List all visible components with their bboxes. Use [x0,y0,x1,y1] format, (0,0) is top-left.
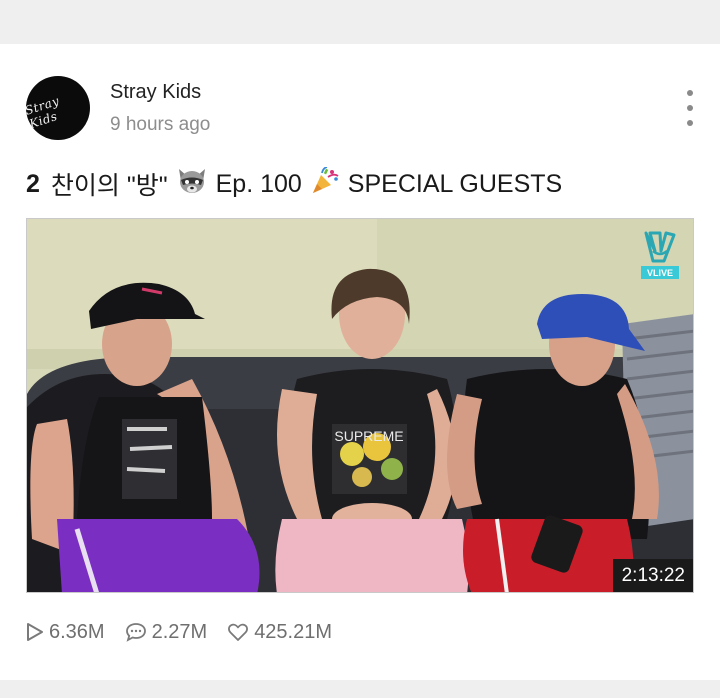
video-scene-image: SUPREME [27,219,693,592]
vlive-logo-icon: VLIVE [641,231,679,279]
raccoon-emoji-icon [176,167,208,202]
party-popper-icon [310,165,340,202]
more-options-button[interactable] [680,90,700,126]
video-stats-bar: 6.36M 2.27M 425.21M [26,618,352,646]
more-vertical-icon [687,90,693,96]
title-number: 2 [26,169,40,198]
video-title[interactable]: 2 찬이의 "방" Ep. 100 SPECIAL GUESTS [26,165,563,202]
plays-count: 6.36M [49,620,105,643]
likes-count: 425.21M [254,620,333,643]
avatar-logo-text: Stray Kids [26,93,62,132]
plays-stat: 6.36M [26,621,105,644]
channel-avatar[interactable]: Stray Kids [26,76,90,140]
title-text-part-3: SPECIAL GUESTS [347,169,563,198]
bottom-spacer [0,680,720,698]
post-timestamp: 9 hours ago [110,114,211,135]
comments-count: 2.27M [151,620,208,643]
channel-name[interactable]: Stray Kids [110,81,201,104]
play-icon [27,623,43,641]
comments-stat[interactable]: 2.27M [125,620,208,644]
title-text-part-2: Ep. 100 [215,169,302,198]
heart-icon [228,623,249,641]
shirt-print-text: SUPREME [334,428,403,444]
video-duration-badge: 2:13:22 [612,559,693,592]
vlive-watermark-text: VLIVE [647,268,673,278]
video-thumbnail[interactable]: SUPREME VLIVE 2:13:22 [26,218,694,593]
title-text-part-1: 찬이의 "방" [50,172,168,200]
likes-stat[interactable]: 425.21M [227,621,332,644]
top-spacer [0,0,720,44]
comment-icon [125,623,146,642]
